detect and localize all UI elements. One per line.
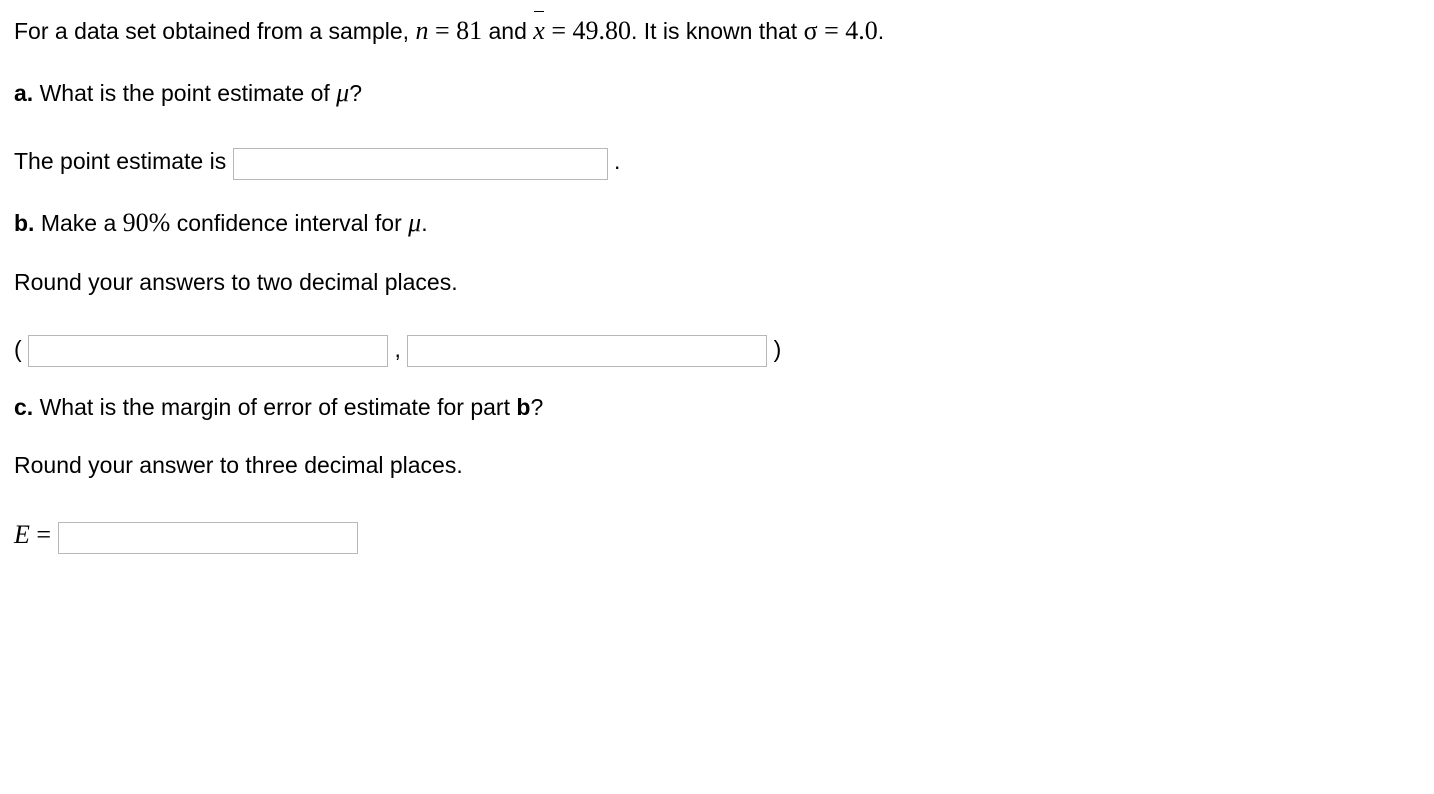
and-text: and <box>482 18 533 44</box>
period: . <box>878 18 884 44</box>
known-text: . It is known that <box>631 18 804 44</box>
ci-lower-input[interactable] <box>28 335 388 367</box>
part-b-label: b. <box>14 210 34 236</box>
equals: = <box>545 16 573 45</box>
xbar-value: 49.80 <box>572 16 631 45</box>
n-var: n <box>415 16 428 45</box>
part-a-answer-line: The point estimate is . <box>14 145 1420 180</box>
point-estimate-input[interactable] <box>233 148 608 180</box>
part-b-text1: Make a <box>34 210 122 236</box>
part-c-label: c. <box>14 394 33 420</box>
E-var: E <box>14 520 30 549</box>
part-b-question: b. Make a 90% confidence interval for μ. <box>14 204 1420 242</box>
close-paren: ) <box>774 336 782 362</box>
open-paren: ( <box>14 336 22 362</box>
margin-error-input[interactable] <box>58 522 358 554</box>
period: . <box>421 210 427 236</box>
point-estimate-lead: The point estimate is <box>14 148 233 174</box>
equals: = <box>30 520 58 549</box>
mu-var: μ <box>336 78 349 107</box>
n-value: 81 <box>456 16 482 45</box>
qmark: ? <box>349 80 362 106</box>
part-c-round-note: Round your answer to three decimal place… <box>14 449 1420 482</box>
trailing-period: . <box>614 148 620 174</box>
problem-statement: For a data set obtained from a sample, n… <box>14 12 1420 50</box>
mu-var: μ <box>408 208 421 237</box>
part-c-answer-line: E = <box>14 516 1420 554</box>
ninety-percent: 90% <box>123 208 171 237</box>
sigma-var: σ <box>804 16 818 45</box>
sigma-value: 4.0 <box>845 16 878 45</box>
intro-text: For a data set obtained from a sample, <box>14 18 415 44</box>
part-b-reference: b <box>516 394 530 420</box>
equals: = <box>428 16 456 45</box>
part-a-text: What is the point estimate of <box>33 80 336 106</box>
qmark: ? <box>530 394 543 420</box>
part-a-label: a. <box>14 80 33 106</box>
part-c-question: c. What is the margin of error of estima… <box>14 391 1420 424</box>
xbar-var: x <box>533 12 545 50</box>
part-a-question: a. What is the point estimate of μ? <box>14 74 1420 112</box>
part-b-round-note: Round your answers to two decimal places… <box>14 266 1420 299</box>
ci-upper-input[interactable] <box>407 335 767 367</box>
part-b-text2: confidence interval for <box>170 210 408 236</box>
part-b-answer-line: ( , ) <box>14 333 1420 368</box>
part-c-text: What is the margin of error of estimate … <box>33 394 516 420</box>
comma: , <box>394 336 400 362</box>
equals: = <box>818 16 846 45</box>
